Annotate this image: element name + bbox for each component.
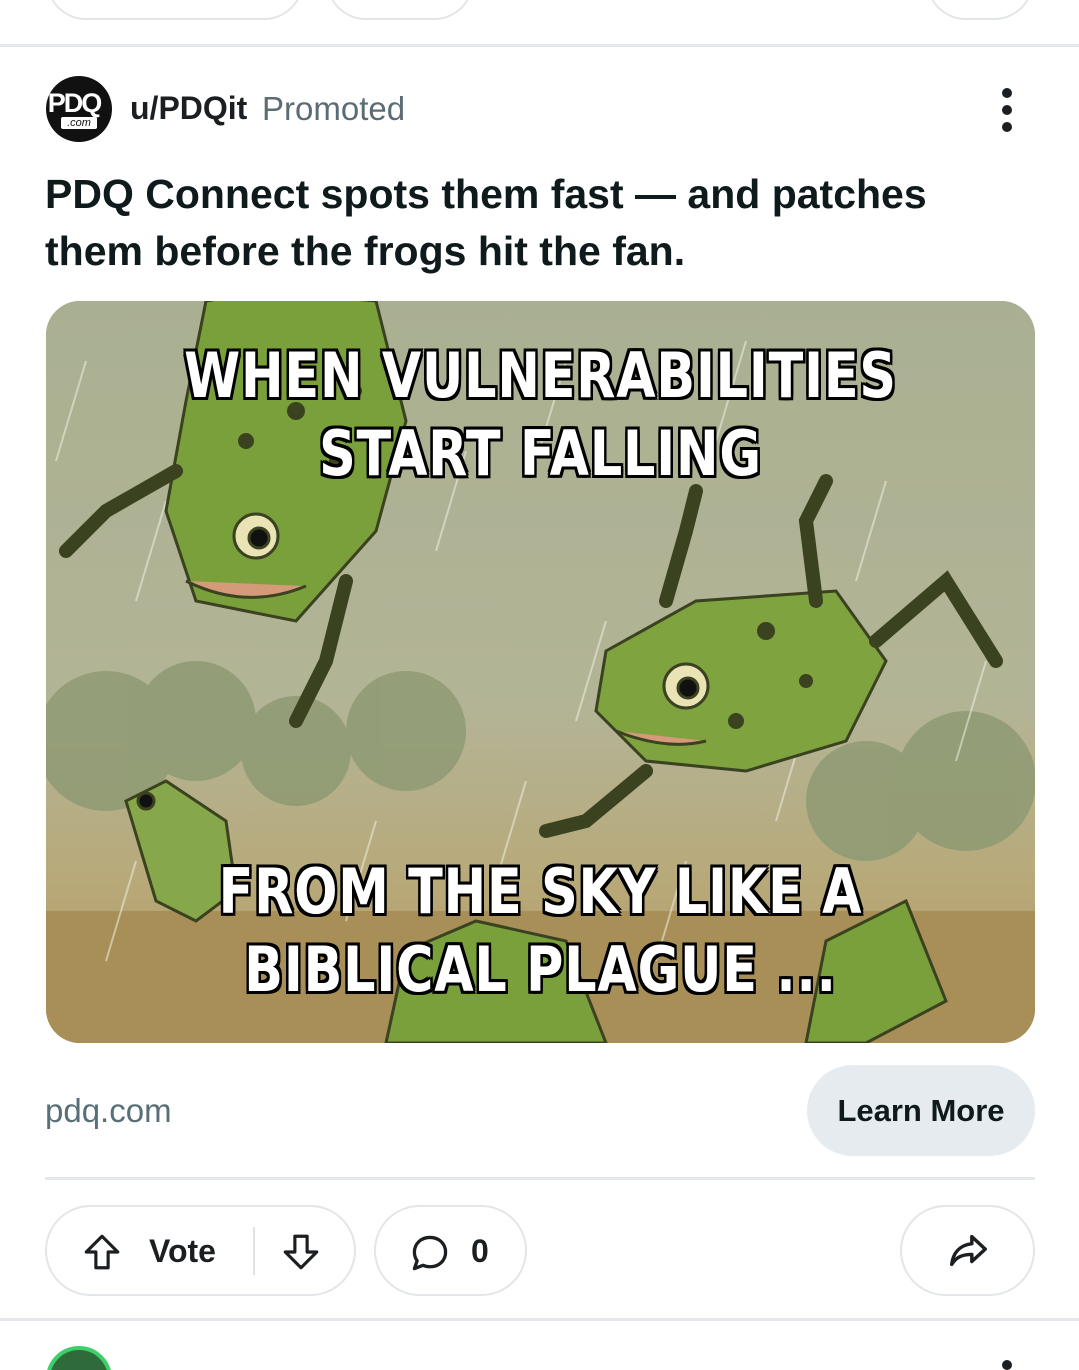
meme-caption-bottom: FROM THE SKY LIKE A BIBLICAL PLAGUE ...: [135, 853, 946, 1009]
comment-icon: [412, 1235, 448, 1271]
more-options-button[interactable]: [985, 84, 1029, 136]
vote-pill: Vote: [45, 1205, 356, 1296]
vote-label: Vote: [149, 1233, 216, 1269]
feed: PDQ .com u/PDQit Promoted PDQ Connect sp…: [0, 0, 1079, 1370]
post-image[interactable]: WHEN VULNERABILITIES START FALLING FROM …: [46, 301, 1035, 1043]
upvote-icon[interactable]: [81, 1231, 123, 1273]
more-dot: [1002, 122, 1012, 132]
avatar[interactable]: PDQ .com: [46, 76, 112, 142]
meme-caption-top: WHEN VULNERABILITIES START FALLING: [135, 337, 946, 493]
meme-bottom-line-1: FROM THE SKY LIKE A: [218, 855, 863, 928]
post-headline[interactable]: PDQ Connect spots them fast — and patche…: [45, 166, 1005, 280]
prev-comment-pill[interactable]: [326, 0, 474, 20]
meme-top-line-2: START FALLING: [319, 417, 762, 490]
post-divider: [0, 44, 1079, 47]
avatar-subtext: .com: [61, 116, 97, 129]
cta-divider: [45, 1177, 1035, 1180]
vote-separator: [253, 1227, 255, 1275]
meme-bottom-line-2: BIBLICAL PLAGUE ...: [244, 933, 837, 1006]
promoted-label: Promoted: [262, 90, 406, 127]
comment-button[interactable]: 0: [374, 1205, 527, 1296]
share-button[interactable]: [900, 1205, 1035, 1296]
downvote-icon[interactable]: [280, 1231, 322, 1273]
share-icon: [949, 1234, 987, 1266]
link-domain[interactable]: pdq.com: [45, 1092, 172, 1130]
avatar-text: PDQ: [47, 87, 103, 118]
post-divider-bottom: [0, 1318, 1079, 1321]
prev-vote-pill[interactable]: [46, 0, 304, 20]
learn-more-button[interactable]: Learn More: [807, 1065, 1035, 1156]
prev-share-pill[interactable]: [926, 0, 1034, 20]
meme-top-line-1: WHEN VULNERABILITIES: [184, 339, 897, 412]
more-vertical-icon: [1002, 88, 1012, 98]
more-dot: [1002, 105, 1012, 115]
next-post-more-icon[interactable]: [1002, 1360, 1012, 1370]
comment-count: 0: [471, 1233, 489, 1269]
username[interactable]: u/PDQit: [130, 90, 247, 127]
next-post-avatar[interactable]: [46, 1346, 112, 1370]
